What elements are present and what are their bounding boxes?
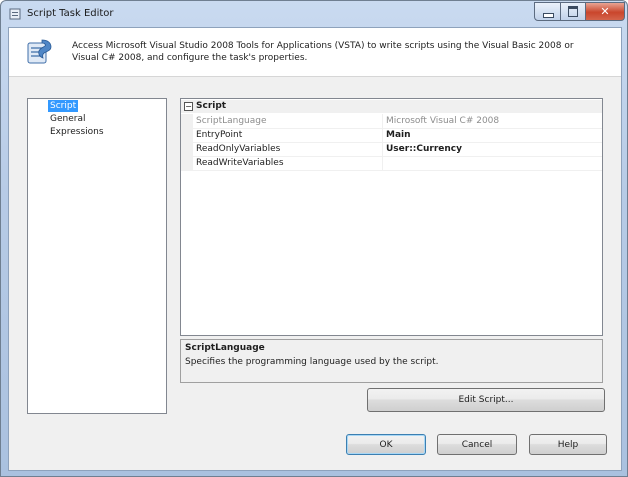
minimize-icon xyxy=(543,13,554,18)
help-title: ScriptLanguage xyxy=(185,343,265,353)
dialog-header: Access Microsoft Visual Studio 2008 Tool… xyxy=(9,28,621,77)
property-name: ReadOnlyVariables xyxy=(196,144,281,154)
property-help-panel: ScriptLanguage Specifies the programming… xyxy=(180,339,603,383)
minimize-button[interactable] xyxy=(534,2,561,21)
edit-script-button[interactable]: Edit Script... xyxy=(367,388,605,412)
property-row-readwritevariables[interactable]: ReadWriteVariables xyxy=(181,156,602,171)
property-row-entrypoint[interactable]: EntryPoint Main xyxy=(181,128,602,143)
app-icon xyxy=(9,8,21,20)
help-description: Specifies the programming language used … xyxy=(185,357,439,367)
nav-item-script[interactable]: Script xyxy=(48,100,79,112)
property-value[interactable]: Main xyxy=(386,130,411,140)
column-divider xyxy=(382,156,383,170)
property-row-scriptlanguage[interactable]: ScriptLanguage Microsoft Visual C# 2008 xyxy=(181,114,602,129)
row-gutter xyxy=(181,114,193,128)
property-value: Microsoft Visual C# 2008 xyxy=(386,116,500,126)
property-name: ReadWriteVariables xyxy=(196,158,284,168)
row-gutter xyxy=(181,142,193,156)
ok-button[interactable]: OK xyxy=(346,434,426,455)
title-bar[interactable]: Script Task Editor ✕ xyxy=(1,1,627,27)
property-name: EntryPoint xyxy=(196,130,243,140)
collapse-icon[interactable]: − xyxy=(184,102,193,111)
maximize-icon xyxy=(568,6,578,17)
nav-item-expressions[interactable]: Expressions xyxy=(48,126,106,138)
page-navigation-list[interactable]: Script General Expressions xyxy=(27,98,167,414)
property-row-readonlyvariables[interactable]: ReadOnlyVariables User::Currency xyxy=(181,142,602,157)
dialog-description: Access Microsoft Visual Studio 2008 Tool… xyxy=(72,41,574,63)
column-divider xyxy=(382,142,383,156)
row-gutter xyxy=(181,156,193,170)
script-task-editor-window: Script Task Editor ✕ Access Microsoft Vi… xyxy=(0,0,628,477)
close-button[interactable]: ✕ xyxy=(585,2,625,21)
close-icon: ✕ xyxy=(600,5,610,18)
cancel-button[interactable]: Cancel xyxy=(437,434,517,455)
help-button[interactable]: Help xyxy=(529,434,607,455)
row-gutter xyxy=(181,128,193,142)
column-divider xyxy=(382,128,383,142)
property-grid[interactable]: − Script ScriptLanguage Microsoft Visual… xyxy=(180,98,603,336)
maximize-button[interactable] xyxy=(560,2,586,21)
window-title: Script Task Editor xyxy=(27,8,114,19)
column-divider xyxy=(382,114,383,128)
category-row-script[interactable]: − Script xyxy=(181,100,602,113)
nav-item-general[interactable]: General xyxy=(48,113,87,125)
script-task-icon xyxy=(27,39,52,64)
property-value[interactable]: User::Currency xyxy=(386,144,462,154)
property-name: ScriptLanguage xyxy=(196,116,267,126)
dialog-client-area: Access Microsoft Visual Studio 2008 Tool… xyxy=(8,27,622,471)
category-label: Script xyxy=(196,101,227,111)
